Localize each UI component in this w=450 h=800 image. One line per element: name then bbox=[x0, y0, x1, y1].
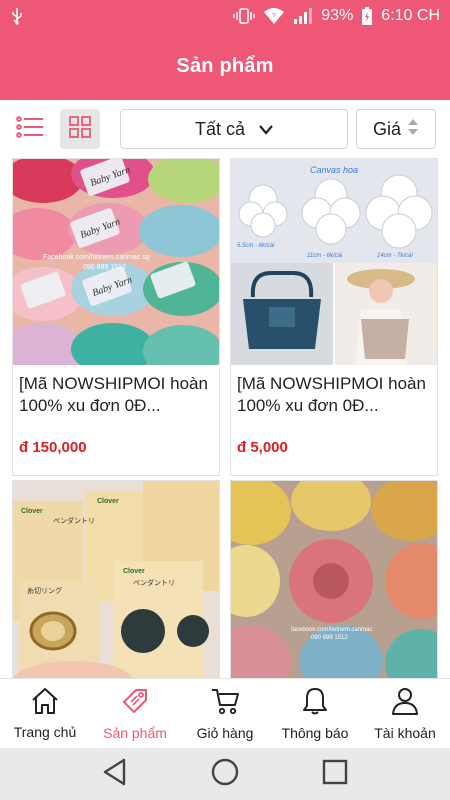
app-header: Sản phẩm bbox=[0, 32, 450, 100]
bell-icon bbox=[301, 686, 329, 719]
svg-text:Clover: Clover bbox=[97, 498, 119, 505]
product-image: Baby Yarn Baby Yarn Baby Yarn Facebook.c… bbox=[13, 159, 219, 365]
product-name: [Mã NOWSHIPMOI hoàn 100% xu đơn 0Đ... bbox=[237, 374, 426, 415]
product-card[interactable]: Canvas hoa 5.5cm - 6k/cái 11cm - 6k/cái … bbox=[230, 158, 438, 476]
watermark-phone: 090 899 1512 bbox=[83, 264, 126, 271]
product-toolbar: Tất cả Giá bbox=[0, 100, 450, 158]
svg-text:ペンダントリ: ペンダントリ bbox=[133, 578, 175, 587]
product-card[interactable]: facebook.com/tietnem.canmac 090 899 1512 bbox=[230, 480, 438, 678]
vibrate-icon bbox=[233, 7, 255, 25]
category-filter-select[interactable]: Tất cả bbox=[120, 109, 348, 149]
svg-text:Clover: Clover bbox=[123, 568, 145, 575]
status-bar: ? 93% 6:10 CH bbox=[0, 0, 450, 32]
nav-notifications[interactable]: Thông báo bbox=[270, 679, 360, 748]
product-name: [Mã NOWSHIPMOI hoàn 100% xu đơn 0Đ... bbox=[19, 374, 208, 415]
price-sort-label: Giá bbox=[372, 118, 401, 139]
svg-text:11cm - 6k/cái: 11cm - 6k/cái bbox=[307, 253, 343, 259]
product-price: đ 5,000 bbox=[237, 439, 288, 456]
system-navigation-bar bbox=[0, 748, 450, 800]
product-card[interactable]: Clover Clover Clover ペンダントリ 糸切リング ペンダントリ bbox=[12, 480, 220, 678]
svg-text:糸切リング: 糸切リング bbox=[27, 586, 62, 595]
product-grid: Baby Yarn Baby Yarn Baby Yarn Facebook.c… bbox=[0, 158, 450, 678]
nav-products-label: Sản phẩm bbox=[103, 725, 167, 741]
grid-view-button[interactable] bbox=[60, 109, 100, 149]
nav-notifications-label: Thông báo bbox=[281, 725, 349, 741]
product-image: Canvas hoa 5.5cm - 6k/cái 11cm - 6k/cái … bbox=[231, 159, 437, 365]
tag-icon bbox=[120, 686, 150, 719]
page-title: Sản phẩm bbox=[176, 54, 274, 77]
chevron-down-icon bbox=[259, 119, 273, 140]
cart-icon bbox=[210, 686, 240, 719]
home-circle-icon[interactable] bbox=[211, 758, 239, 791]
list-icon bbox=[16, 115, 44, 143]
nav-cart-label: Giỏ hàng bbox=[196, 725, 254, 741]
watermark-phone: 090 899 1512 bbox=[311, 635, 348, 641]
watermark-text: facebook.com/tietnem.canmac bbox=[291, 627, 372, 633]
nav-home-label: Trang chủ bbox=[13, 724, 77, 740]
nav-cart[interactable]: Giỏ hàng bbox=[180, 679, 270, 748]
category-filter-label: Tất cả bbox=[194, 118, 246, 139]
back-icon[interactable] bbox=[102, 758, 128, 791]
recents-icon[interactable] bbox=[322, 759, 348, 790]
grid-icon bbox=[69, 115, 91, 143]
wifi-icon: ? bbox=[263, 7, 285, 25]
canvas-title: Canvas hoa bbox=[310, 165, 358, 175]
svg-text:14cm - 7k/cái: 14cm - 7k/cái bbox=[377, 253, 413, 259]
battery-icon bbox=[361, 6, 373, 26]
product-price: đ 150,000 bbox=[19, 439, 87, 456]
price-sort-button[interactable]: Giá bbox=[356, 109, 436, 149]
svg-text:Clover: Clover bbox=[21, 508, 43, 515]
nav-account-label: Tài khoản bbox=[374, 725, 436, 741]
nav-account[interactable]: Tài khoản bbox=[360, 679, 450, 748]
nav-home[interactable]: Trang chủ bbox=[0, 679, 90, 748]
nav-products[interactable]: Sản phẩm bbox=[90, 679, 180, 748]
clock: 6:10 CH bbox=[381, 7, 440, 24]
home-icon bbox=[30, 687, 60, 718]
battery-percent: 93% bbox=[321, 7, 354, 24]
user-icon bbox=[390, 686, 420, 719]
svg-text:5.5cm - 6k/cái: 5.5cm - 6k/cái bbox=[237, 243, 275, 249]
sort-icon bbox=[407, 118, 419, 141]
watermark-text: Facebook.com/tietnem.canmac.sg bbox=[43, 254, 150, 261]
list-view-button[interactable] bbox=[10, 109, 50, 149]
bottom-navigation: Trang chủ Sản phẩm Giỏ hàng Thông báo Tà… bbox=[0, 678, 450, 748]
signal-icon bbox=[293, 7, 313, 25]
svg-text:ペンダントリ: ペンダントリ bbox=[53, 516, 95, 525]
usb-icon bbox=[10, 7, 24, 25]
product-card[interactable]: Baby Yarn Baby Yarn Baby Yarn Facebook.c… bbox=[12, 158, 220, 476]
svg-text:?: ? bbox=[272, 13, 276, 20]
product-image: Clover Clover Clover ペンダントリ 糸切リング ペンダントリ bbox=[13, 481, 219, 678]
product-image: facebook.com/tietnem.canmac 090 899 1512 bbox=[231, 481, 437, 678]
